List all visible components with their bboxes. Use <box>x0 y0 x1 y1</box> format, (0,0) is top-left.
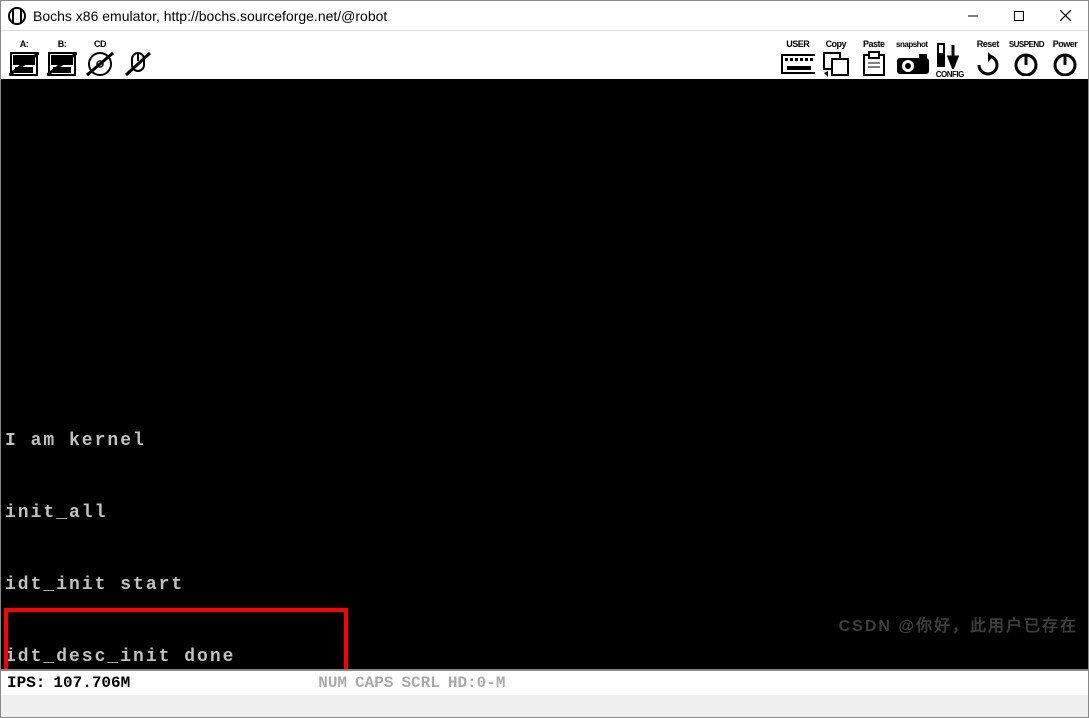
floppy-a-button[interactable]: A: <box>7 31 41 79</box>
window-titlebar: Bochs x86 emulator, http://bochs.sourcef… <box>1 1 1088 31</box>
ips-value: 107.706M <box>53 674 130 692</box>
bochs-app-icon <box>7 6 27 26</box>
csdn-watermark: CSDN @你好，此用户已存在 <box>839 615 1078 639</box>
config-icon <box>933 40 967 70</box>
status-bar: IPS: 107.706M NUM CAPS SCRL HD:0-M <box>1 669 1088 695</box>
emulator-toolbar: A: B: CD USER Copy Paste <box>1 31 1088 81</box>
mouse-icon <box>121 49 155 79</box>
paste-button[interactable]: Paste <box>857 31 891 79</box>
floppy-b-label: B: <box>58 40 67 49</box>
reset-button[interactable]: Reset <box>971 31 1005 79</box>
console-line: idt_desc_init done <box>5 645 1084 669</box>
power-icon <box>1048 49 1082 79</box>
console-line: I am kernel <box>5 429 1084 453</box>
close-button[interactable] <box>1042 1 1088 31</box>
cdrom-label: CD <box>94 40 106 49</box>
emulator-display[interactable]: I am kernel init_all idt_init start idt_… <box>1 81 1088 669</box>
console-line: idt_init start <box>5 573 1084 597</box>
user-button[interactable]: USER <box>781 31 815 79</box>
cdrom-button[interactable]: CD <box>83 31 117 79</box>
maximize-button[interactable] <box>996 1 1042 31</box>
copy-button[interactable]: Copy <box>819 31 853 79</box>
floppy-a-label: A: <box>20 40 29 49</box>
floppy-icon <box>45 49 79 79</box>
hd-indicator: HD:0-M <box>448 674 506 692</box>
camera-icon <box>895 49 929 79</box>
reset-icon <box>971 49 1005 79</box>
keyboard-icon <box>781 49 815 79</box>
floppy-icon <box>7 49 41 79</box>
minimize-button[interactable] <box>950 1 996 31</box>
num-indicator: NUM <box>318 674 347 692</box>
suspend-button[interactable]: SUSPEND <box>1009 31 1044 79</box>
config-button[interactable]: CONFIG <box>933 31 967 79</box>
copy-icon <box>819 49 853 79</box>
window-title: Bochs x86 emulator, http://bochs.sourcef… <box>33 8 950 24</box>
power-button[interactable]: Power <box>1048 31 1082 79</box>
mouse-toggle-button[interactable] <box>121 31 155 79</box>
snapshot-button[interactable]: snapshot <box>895 31 929 79</box>
console-line: init_all <box>5 501 1084 525</box>
ips-label: IPS: <box>7 674 45 692</box>
scrl-indicator: SCRL <box>401 674 439 692</box>
suspend-icon <box>1009 49 1043 79</box>
cdrom-icon <box>83 49 117 79</box>
caps-indicator: CAPS <box>355 674 393 692</box>
floppy-b-button[interactable]: B: <box>45 31 79 79</box>
paste-icon <box>857 49 891 79</box>
